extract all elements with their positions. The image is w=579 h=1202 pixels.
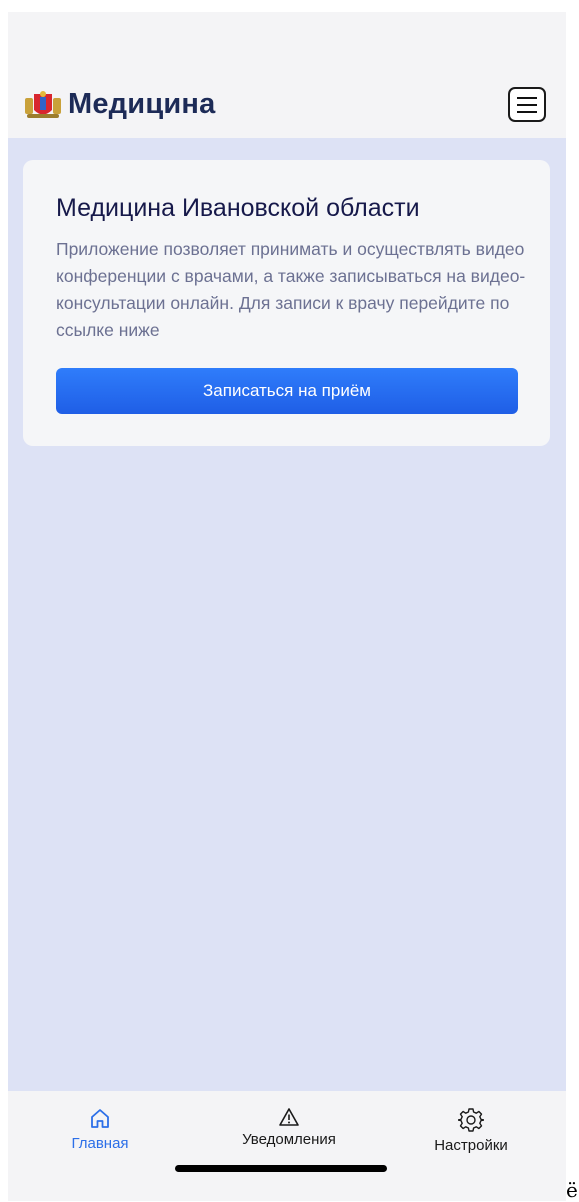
regional-coat-of-arms-icon xyxy=(25,91,61,118)
menu-button[interactable] xyxy=(508,87,546,122)
card-title: Медицина Ивановской области xyxy=(56,194,420,222)
book-appointment-button[interactable]: Записаться на приём xyxy=(56,368,518,414)
home-icon xyxy=(91,1109,109,1128)
home-indicator[interactable] xyxy=(175,1165,387,1172)
tab-settings-label: Настройки xyxy=(434,1137,508,1154)
bottom-tab-bar: Главная Уведомления Настройки xyxy=(8,1091,566,1201)
hamburger-menu-icon-line xyxy=(517,111,537,113)
warning-icon xyxy=(279,1108,299,1126)
tab-settings[interactable]: Настройки xyxy=(406,1107,536,1154)
tab-home[interactable]: Главная xyxy=(35,1107,165,1152)
card-description: Приложение позволяет принимать и осущест… xyxy=(56,239,526,340)
main-content: Медицина Ивановской области Приложение п… xyxy=(8,138,566,1091)
app-header: Медицина xyxy=(8,74,566,138)
app-brand-title: Медицина xyxy=(68,88,216,120)
hamburger-menu-icon-line xyxy=(517,97,537,99)
info-card: Медицина Ивановской области Приложение п… xyxy=(23,160,550,446)
app-screen: Медицина Медицина Ивановской области При… xyxy=(8,12,566,1201)
stray-glyph: ё xyxy=(566,1178,578,1202)
gear-icon xyxy=(458,1108,484,1132)
tab-notifications-label: Уведомления xyxy=(242,1131,336,1148)
tab-home-label: Главная xyxy=(71,1135,129,1152)
hamburger-menu-icon-line xyxy=(517,104,537,106)
tab-notifications[interactable]: Уведомления xyxy=(224,1107,354,1148)
